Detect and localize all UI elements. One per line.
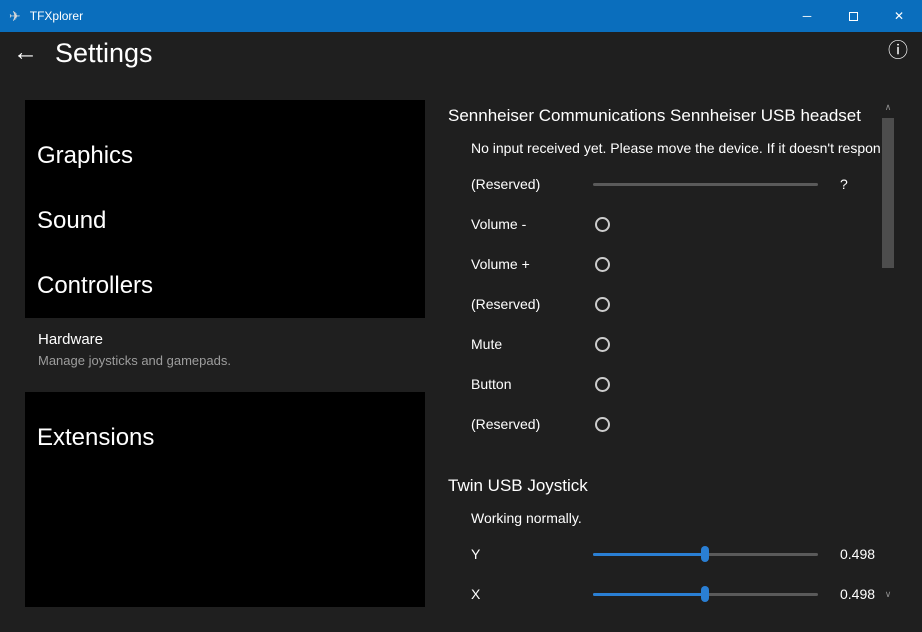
window-controls: ─ ✕	[784, 0, 922, 32]
device-heading: Sennheiser Communications Sennheiser USB…	[448, 106, 881, 126]
control-row: Volume -	[448, 204, 881, 244]
control-label: Volume -	[471, 216, 593, 232]
maximize-icon	[849, 12, 858, 21]
hardware-item-subtitle: Manage joysticks and gamepads.	[38, 353, 425, 368]
hardware-item-title: Hardware	[38, 331, 425, 348]
control-label: (Reserved)	[471, 176, 593, 192]
control-value: 0.498	[840, 586, 875, 602]
control-row: Mute	[448, 324, 881, 364]
control-label: Mute	[471, 336, 593, 352]
nav-group-extensions: Extensions	[25, 392, 425, 607]
device-status: No input received yet. Please move the d…	[471, 140, 881, 156]
slider-fill	[593, 553, 705, 556]
control-label: X	[471, 586, 593, 602]
titlebar: ✈ TFXplorer ─ ✕	[0, 0, 922, 32]
control-row: (Reserved)	[448, 404, 881, 444]
slider-thumb[interactable]	[701, 586, 709, 602]
back-button[interactable]: ←	[13, 40, 38, 65]
app-title: TFXplorer	[30, 9, 83, 23]
slider-track	[593, 183, 818, 186]
control-label: Button	[471, 376, 593, 392]
control-label: (Reserved)	[471, 296, 593, 312]
scrollbar: ∧ ∨	[881, 100, 895, 610]
info-icon: ⓘ	[888, 40, 908, 62]
info-button[interactable]: ⓘ	[888, 41, 908, 61]
button-state-indicator[interactable]	[595, 257, 610, 272]
button-state-indicator[interactable]	[595, 337, 610, 352]
slider-thumb[interactable]	[701, 546, 709, 562]
button-state-indicator[interactable]	[595, 377, 610, 392]
axis-slider[interactable]	[593, 586, 818, 602]
axis-slider[interactable]	[593, 546, 818, 562]
close-icon: ✕	[894, 9, 904, 23]
button-state-indicator[interactable]	[595, 217, 610, 232]
nav-group-main: Graphics Sound Controllers	[25, 100, 425, 318]
sidebar-item-hardware[interactable]: Hardware Manage joysticks and gamepads.	[25, 318, 425, 392]
control-row: (Reserved) ?	[448, 164, 881, 204]
device-controls: (Reserved) ? Volume - Volume + (Reserved…	[448, 164, 881, 444]
control-row: (Reserved)	[448, 284, 881, 324]
minimize-icon: ─	[803, 9, 812, 23]
control-row: Volume +	[448, 244, 881, 284]
device-controls: Y 0.498 X 0.498	[448, 534, 881, 614]
control-row: Y 0.498	[448, 534, 881, 574]
page-title: Settings	[55, 38, 153, 69]
sidebar-item-graphics[interactable]: Graphics	[25, 124, 425, 189]
button-state-indicator[interactable]	[595, 297, 610, 312]
minimize-button[interactable]: ─	[784, 0, 830, 32]
device-status: Working normally.	[471, 510, 881, 526]
control-row: X 0.498	[448, 574, 881, 614]
axis-slider[interactable]	[593, 176, 818, 192]
control-value: 0.498	[840, 546, 875, 562]
control-label: Y	[471, 546, 593, 562]
close-button[interactable]: ✕	[876, 0, 922, 32]
hardware-devices-panel: Sennheiser Communications Sennheiser USB…	[448, 100, 881, 614]
sidebar-item-controllers[interactable]: Controllers	[25, 253, 425, 318]
back-icon: ←	[13, 38, 38, 66]
maximize-button[interactable]	[830, 0, 876, 32]
device-heading: Twin USB Joystick	[448, 476, 881, 496]
sidebar-item-extensions[interactable]: Extensions	[25, 418, 425, 458]
control-row: Button	[448, 364, 881, 404]
control-value: ?	[840, 176, 848, 192]
slider-fill	[593, 593, 705, 596]
scroll-down-icon[interactable]: ∨	[881, 587, 895, 601]
sidebar-item-sound[interactable]: Sound	[25, 189, 425, 254]
scroll-up-icon[interactable]: ∧	[881, 100, 895, 114]
control-label: Volume +	[471, 256, 593, 272]
scrollbar-thumb[interactable]	[882, 118, 894, 268]
app-icon: ✈	[9, 9, 21, 23]
button-state-indicator[interactable]	[595, 417, 610, 432]
settings-nav: Graphics Sound Controllers Hardware Mana…	[25, 100, 425, 607]
control-label: (Reserved)	[471, 416, 593, 432]
